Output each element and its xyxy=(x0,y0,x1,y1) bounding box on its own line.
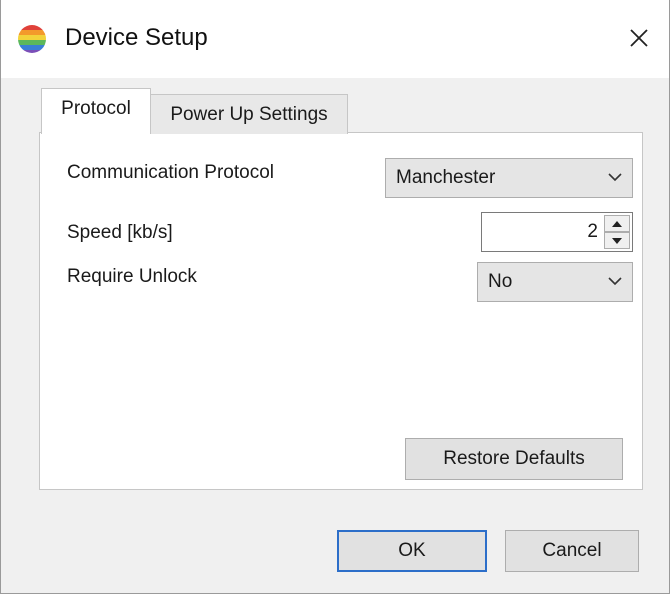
arrow-up-icon xyxy=(612,220,622,227)
require-unlock-select[interactable]: No xyxy=(477,262,633,302)
speed-label: Speed [kb/s] xyxy=(67,222,173,243)
chevron-down-icon xyxy=(608,277,622,286)
arrow-down-icon xyxy=(612,237,622,244)
device-setup-dialog: Device Setup Protocol Power Up Settings … xyxy=(0,0,670,594)
close-icon xyxy=(630,29,648,47)
speed-spinner-buttons xyxy=(604,215,630,249)
require-unlock-value: No xyxy=(488,271,513,292)
ok-button[interactable]: OK xyxy=(337,530,487,572)
require-unlock-label: Require Unlock xyxy=(67,266,197,287)
communication-protocol-label: Communication Protocol xyxy=(67,162,274,183)
cancel-button[interactable]: Cancel xyxy=(505,530,639,572)
chevron-down-icon xyxy=(608,173,622,182)
speed-increment-button[interactable] xyxy=(604,215,630,232)
speed-spinner[interactable]: 2 xyxy=(481,212,633,252)
tab-protocol[interactable]: Protocol xyxy=(41,88,151,134)
close-button[interactable] xyxy=(619,18,659,58)
ok-label: OK xyxy=(398,540,426,561)
window-title: Device Setup xyxy=(65,24,208,51)
app-color-ball-icon xyxy=(17,24,47,54)
cancel-label: Cancel xyxy=(542,540,602,561)
speed-decrement-button[interactable] xyxy=(604,232,630,249)
restore-defaults-button[interactable]: Restore Defaults xyxy=(405,438,623,480)
communication-protocol-select[interactable]: Manchester xyxy=(385,158,633,198)
tab-power-up-settings-label: Power Up Settings xyxy=(170,104,328,125)
tab-protocol-label: Protocol xyxy=(61,98,131,119)
communication-protocol-value: Manchester xyxy=(396,167,496,188)
speed-value: 2 xyxy=(587,221,598,242)
restore-defaults-label: Restore Defaults xyxy=(443,448,585,469)
tab-power-up-settings[interactable]: Power Up Settings xyxy=(150,94,348,134)
title-bar: Device Setup xyxy=(1,0,669,78)
